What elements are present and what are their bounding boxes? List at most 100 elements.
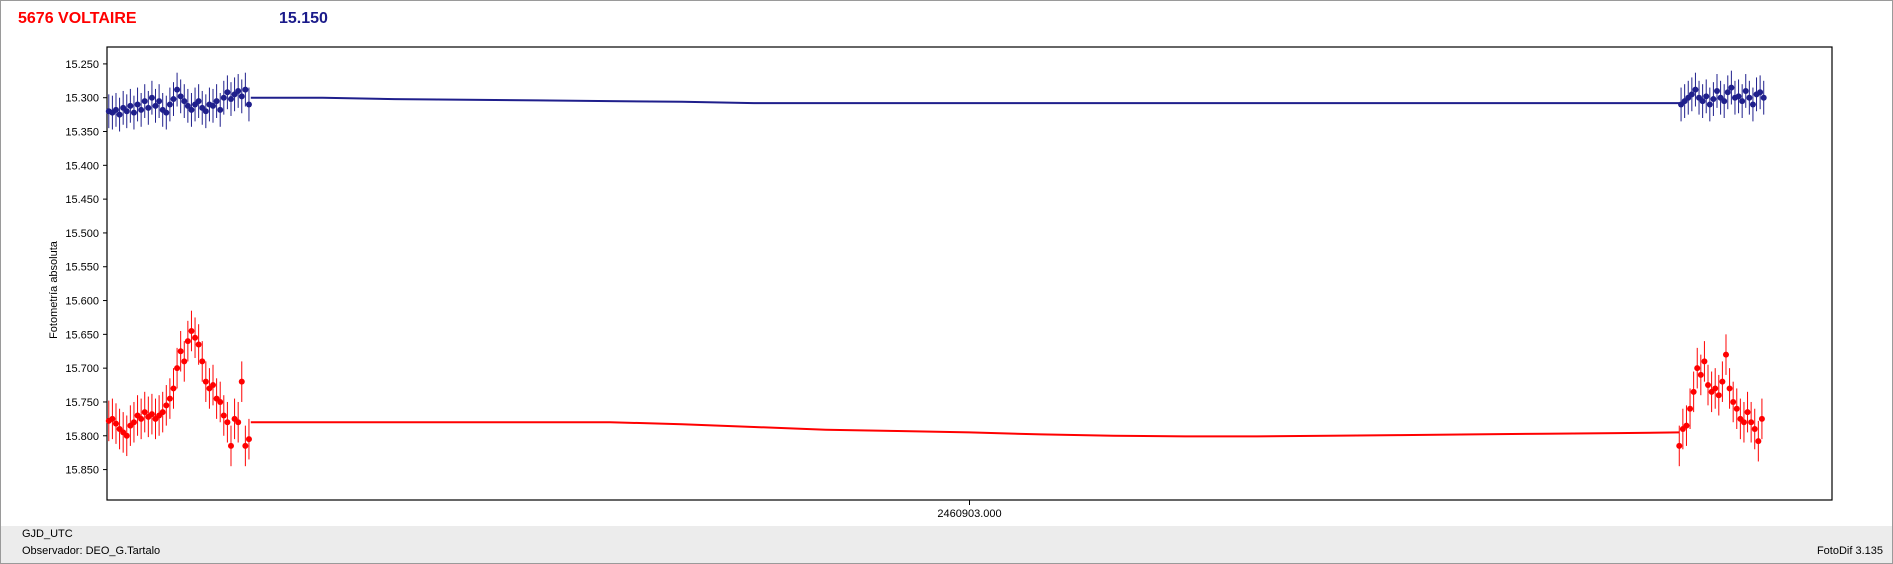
data-point [170,96,177,103]
axes: 15.250 15.300 15.350 15.400 15.450 15.500 15.5… [65,46,1833,505]
data-point [217,398,224,405]
data-point [181,358,188,365]
data-point [1683,422,1690,429]
data-point [141,98,148,105]
data-point [202,378,209,385]
light-curve-chart: 15.250 15.300 15.350 15.400 15.450 15.500 15.5… [48,46,1833,520]
data-point [1739,98,1746,105]
data-point [1714,87,1720,94]
data-point [1733,405,1740,412]
data-point [1751,426,1758,433]
y-tick-label: 15.700 [65,363,99,375]
data-point [138,415,145,422]
data-point [202,108,209,115]
data-point [1687,405,1694,412]
data-point [210,102,217,109]
data-point [145,104,152,111]
data-point [1742,87,1749,94]
data-point [127,102,134,109]
data-point [1710,96,1717,103]
data-point [227,442,234,449]
data-point [220,412,227,419]
data-point [170,385,177,392]
data-point [177,348,184,355]
data-point [1758,415,1765,422]
y-tick-label: 15.750 [65,397,99,409]
y-tick-label: 15.450 [65,194,99,206]
data-point [109,415,116,422]
data-point [123,108,130,115]
data-point [1721,98,1728,105]
data-point [123,432,130,439]
observer-label: Observador: DEO_G.Tartalo [22,545,161,557]
data-point [195,341,202,348]
data-point [213,98,220,105]
data-point [1757,89,1764,96]
data-point [1694,365,1701,372]
data-point [138,106,145,113]
data-point [188,327,195,334]
data-point [1701,358,1708,365]
data-point [1744,409,1751,416]
data-point [174,86,181,93]
data-point [1722,351,1729,358]
data-point [1699,98,1706,105]
data-point [166,101,173,108]
data-point [1740,419,1747,426]
data-point [1712,385,1719,392]
data-point [1724,89,1731,96]
data-point [130,109,137,116]
data-point [1690,388,1697,395]
data-point [141,409,148,416]
data-point [184,338,191,345]
y-axis-label: Fotometría absoluta [48,240,60,339]
data-point [174,365,181,372]
data-point [1719,378,1726,385]
data-point [242,86,249,93]
data-point [1692,86,1699,93]
data-point [227,96,234,103]
data-point [238,378,245,385]
data-point [1715,392,1722,399]
y-tick-label: 15.650 [65,329,99,341]
software-version: FotoDif 3.135 [1816,545,1883,557]
data-point [181,98,188,105]
data-point [116,111,123,118]
data-point [1735,93,1742,100]
data-point [163,109,170,116]
data-point [235,87,242,94]
data-point [210,382,217,389]
data-point [177,93,184,100]
x-axis-name: GJD_UTC [22,528,73,540]
data-point [1730,398,1737,405]
data-point [148,94,155,101]
data-point [1728,84,1735,91]
y-tick-label: 15.400 [65,160,99,172]
y-tick-label: 15.600 [65,296,99,308]
data-point [1746,94,1753,101]
y-tick-label: 15.800 [65,431,99,443]
data-point [1688,91,1695,98]
data-point [217,106,224,113]
data-point [152,102,159,109]
data-point [245,101,252,108]
data-point [220,94,227,101]
data-point [163,402,170,409]
data-point [238,93,245,100]
data-point [1705,382,1712,389]
data-point [166,395,173,402]
y-tick-label: 15.550 [65,262,99,274]
data-point [235,419,242,426]
data-point [224,419,231,426]
data-point [224,89,231,96]
status-bar [1,526,1892,563]
data-point [1706,101,1713,108]
data-point [1697,371,1704,378]
data-point [112,106,119,113]
data-point [1676,442,1683,449]
y-tick-label: 15.500 [65,228,99,240]
y-tick-label: 15.350 [65,127,99,139]
data-point [192,334,199,341]
y-tick-label: 15.300 [65,93,99,105]
data-point [245,436,252,443]
